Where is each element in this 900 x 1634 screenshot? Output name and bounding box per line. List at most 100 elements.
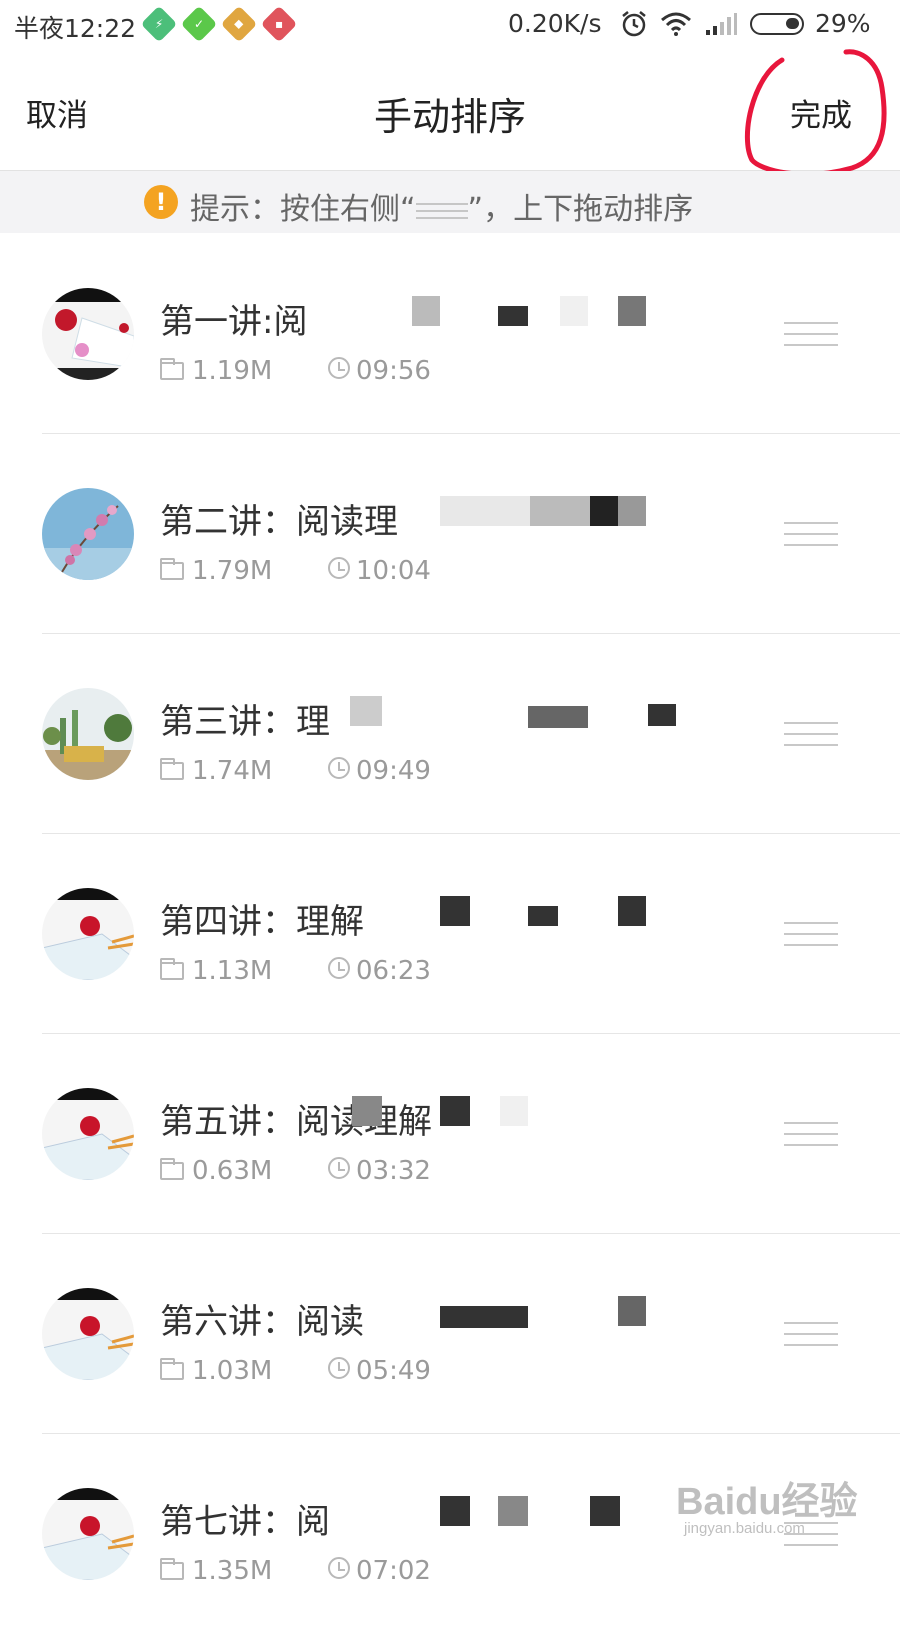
redaction xyxy=(528,706,588,728)
signal-icon xyxy=(706,13,737,35)
redaction xyxy=(440,1096,470,1126)
clock-icon xyxy=(328,757,350,779)
item-duration: 09:49 xyxy=(356,756,431,786)
item-duration: 05:49 xyxy=(356,1356,431,1386)
item-duration-wrap: 03:32 xyxy=(328,1156,431,1186)
folder-icon xyxy=(160,1158,184,1180)
avatar xyxy=(42,288,134,380)
item-duration-wrap: 06:23 xyxy=(328,956,431,986)
redaction xyxy=(498,1496,528,1526)
item-title: 第四讲：理解 xyxy=(160,902,364,942)
clock-icon xyxy=(328,1557,350,1579)
folder-icon xyxy=(160,758,184,780)
avatar xyxy=(42,488,134,580)
item-duration: 09:56 xyxy=(356,356,431,386)
network-speed: 0.20K/s xyxy=(508,9,602,38)
item-meta: 1.35M 07:02 xyxy=(160,1556,431,1586)
redaction xyxy=(618,896,646,926)
lecture-list: 第一讲:阅 1.19M 09:56 第二讲：阅读理 1.79M 10:04 第三… xyxy=(0,234,900,1634)
redaction xyxy=(618,1296,646,1326)
item-size: 1.03M xyxy=(192,1356,273,1386)
item-size: 1.19M xyxy=(192,356,273,386)
battery-percent: 29% xyxy=(815,9,871,38)
redaction xyxy=(350,696,382,726)
redaction xyxy=(648,704,676,726)
avatar xyxy=(42,1088,134,1180)
done-button[interactable]: 完成 xyxy=(790,90,852,135)
drag-handle-icon xyxy=(415,200,468,222)
list-item: 第五讲：阅读理解 0.63M 03:32 xyxy=(0,1034,900,1234)
redaction xyxy=(412,296,440,326)
list-item: 第四讲：理解 1.13M 06:23 xyxy=(0,834,900,1034)
clock-icon xyxy=(328,957,350,979)
item-meta: 1.74M 09:49 xyxy=(160,756,431,786)
clock-icon xyxy=(328,1157,350,1179)
item-size: 1.35M xyxy=(192,1556,273,1586)
wifi-icon xyxy=(661,12,691,36)
drag-handle-icon[interactable] xyxy=(784,722,838,746)
red-app-icon: ▪ xyxy=(260,5,298,43)
item-duration-wrap: 07:02 xyxy=(328,1556,431,1586)
item-duration: 06:23 xyxy=(356,956,431,986)
list-item: 第二讲：阅读理 1.79M 10:04 xyxy=(0,434,900,634)
item-size: 1.79M xyxy=(192,556,273,586)
hint-suffix: ”，上下拖动排序 xyxy=(467,192,694,227)
item-title: 第六讲：阅读 xyxy=(160,1302,364,1342)
notification-icons: ⚡ ✓ ◆ ▪ xyxy=(140,5,298,43)
item-duration-wrap: 10:04 xyxy=(328,556,431,586)
hint-bar: ! 提示：按住右侧“ ”，上下拖动排序 xyxy=(0,171,900,233)
item-size: 1.74M xyxy=(192,756,273,786)
list-item: 第七讲：阅 1.35M 07:02 xyxy=(0,1434,900,1634)
redaction xyxy=(618,496,646,526)
item-size: 0.63M xyxy=(192,1156,273,1186)
list-item: 第三讲：理 1.74M 09:49 xyxy=(0,634,900,834)
drag-handle-icon[interactable] xyxy=(784,522,838,546)
redaction xyxy=(590,1496,620,1526)
drag-handle-icon[interactable] xyxy=(784,322,838,346)
folder-icon xyxy=(160,958,184,980)
battery-icon xyxy=(750,13,804,35)
item-duration: 10:04 xyxy=(356,556,431,586)
item-meta: 1.03M 05:49 xyxy=(160,1356,431,1386)
item-duration-wrap: 09:49 xyxy=(328,756,431,786)
drag-handle-icon[interactable] xyxy=(784,1122,838,1146)
redaction xyxy=(440,496,530,526)
item-duration: 03:32 xyxy=(356,1156,431,1186)
list-item: 第六讲：阅读 1.03M 05:49 xyxy=(0,1234,900,1434)
nav-header: 取消 手动排序 完成 xyxy=(0,50,900,171)
folder-icon xyxy=(160,358,184,380)
redaction xyxy=(528,906,558,926)
redaction xyxy=(498,306,528,326)
item-duration-wrap: 05:49 xyxy=(328,1356,431,1386)
redaction xyxy=(500,1096,528,1126)
warning-icon: ! xyxy=(144,185,178,219)
avatar xyxy=(42,1288,134,1380)
folder-icon xyxy=(160,1358,184,1380)
item-size: 1.13M xyxy=(192,956,273,986)
green-app-icon: ⚡ xyxy=(140,5,178,43)
redaction xyxy=(560,296,588,326)
page-title: 手动排序 xyxy=(373,95,526,139)
redaction xyxy=(440,896,470,926)
drag-handle-icon[interactable] xyxy=(784,1522,838,1546)
status-bar: 半夜12:22 ⚡ ✓ ◆ ▪ 0.20K/s 29% xyxy=(0,0,900,50)
folder-icon xyxy=(160,1558,184,1580)
avatar xyxy=(42,1488,134,1580)
status-time: 半夜12:22 xyxy=(14,14,137,43)
item-title: 第七讲：阅 xyxy=(160,1502,330,1542)
item-meta: 1.19M 09:56 xyxy=(160,356,431,386)
yellow-app-icon: ◆ xyxy=(220,5,258,43)
item-duration: 07:02 xyxy=(356,1556,431,1586)
hint-prefix: 提示：按住右侧“ xyxy=(190,192,416,227)
clock-icon xyxy=(328,557,350,579)
redaction xyxy=(440,1306,528,1328)
redaction xyxy=(440,1496,470,1526)
folder-icon xyxy=(160,558,184,580)
drag-handle-icon[interactable] xyxy=(784,922,838,946)
redaction xyxy=(590,496,618,526)
clock-icon xyxy=(328,357,350,379)
redaction xyxy=(618,296,646,326)
hint-text: 提示：按住右侧“ ”，上下拖动排序 xyxy=(190,184,693,228)
item-duration-wrap: 09:56 xyxy=(328,356,431,386)
drag-handle-icon[interactable] xyxy=(784,1322,838,1346)
